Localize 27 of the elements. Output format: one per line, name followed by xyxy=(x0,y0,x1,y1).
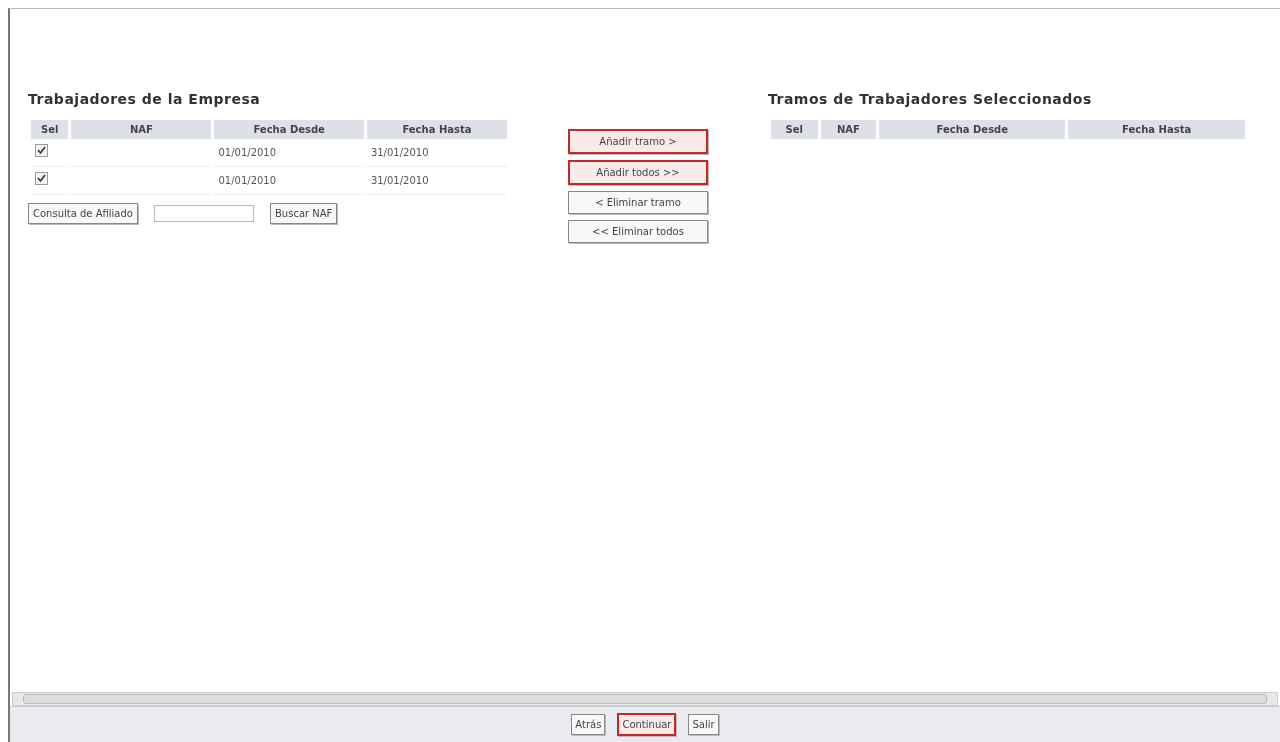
checkbox[interactable] xyxy=(35,172,48,185)
table-cell: 31/01/2010 xyxy=(370,175,429,186)
transfer-button[interactable]: << Eliminar todos xyxy=(568,220,708,243)
table-cell: 01/01/2010 xyxy=(218,175,277,186)
transfer-button[interactable]: Añadir tramo > xyxy=(568,129,708,154)
table-cell: 31/01/2010 xyxy=(370,147,429,158)
column-header: NAF xyxy=(820,120,877,139)
footer-button[interactable]: Atrás xyxy=(571,714,606,735)
column-header: NAF xyxy=(71,120,212,139)
panel-title: Tramos de Trabajadores Seleccionados xyxy=(768,90,1093,109)
horizontal-scrollbar[interactable] xyxy=(12,692,1278,706)
column-header: Sel xyxy=(771,120,818,139)
footer-button[interactable]: Continuar xyxy=(617,713,677,736)
checkbox[interactable] xyxy=(35,144,48,157)
column-header: Fecha Desde xyxy=(879,120,1066,139)
table-cell: 01/01/2010 xyxy=(218,147,277,158)
naf-search-field[interactable] xyxy=(153,205,254,222)
footer-button[interactable]: Salir xyxy=(688,714,719,735)
column-header: Fecha Desde xyxy=(214,120,364,139)
panel-title: Trabajadores de la Empresa xyxy=(28,90,262,109)
search-button[interactable]: Buscar NAF xyxy=(269,203,338,224)
transfer-button[interactable]: Añadir todos >> xyxy=(568,160,708,185)
column-header: Fecha Hasta xyxy=(1068,120,1245,139)
column-header: Sel xyxy=(31,120,69,139)
column-header: Fecha Hasta xyxy=(366,120,507,139)
consulta-button[interactable]: Consulta de Afiliado xyxy=(28,203,138,224)
transfer-button[interactable]: < Eliminar tramo xyxy=(568,191,708,214)
